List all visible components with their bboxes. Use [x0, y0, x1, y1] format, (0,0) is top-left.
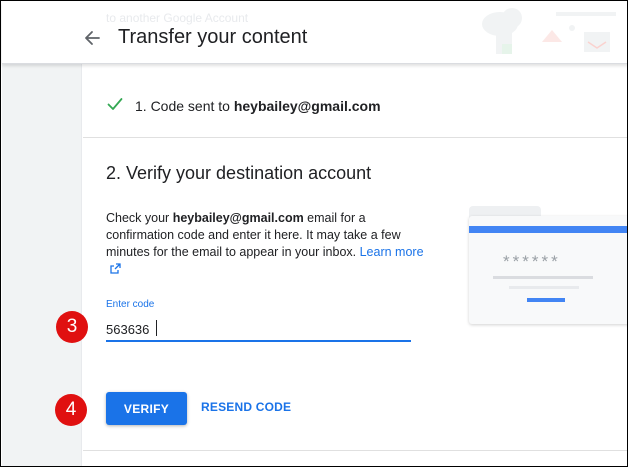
step1-email: heybailey@gmail.com: [233, 98, 381, 114]
step2-title: 2. Verify your destination account: [106, 163, 372, 183]
callout-badge-4: 4: [55, 394, 87, 426]
header-illustration: [482, 8, 616, 54]
masked-code: ******: [503, 252, 561, 271]
top-bar: to another Google Account Transfer your …: [2, 2, 627, 64]
code-input[interactable]: [106, 316, 411, 342]
verify-button[interactable]: VERIFY: [106, 392, 187, 425]
verification-instructions: Check your heybailey@gmail.com email for…: [106, 210, 426, 278]
back-button[interactable]: [78, 24, 106, 52]
desc-email: heybailey@gmail.com: [172, 211, 304, 225]
resend-code-button[interactable]: RESEND CODE: [201, 400, 291, 414]
illustration-card: ******: [469, 216, 627, 324]
step1-prefix: 1. Code sent to: [135, 98, 234, 114]
desc-prefix: Check your: [106, 211, 173, 225]
app-window: to another Google Account Transfer your …: [0, 0, 628, 467]
step1-row: 1. Code sent to heybailey@gmail.com: [83, 64, 627, 138]
illustration-line: [509, 286, 579, 289]
illustration-line: [493, 276, 593, 279]
code-illustration: ******: [469, 206, 627, 324]
step1-text: 1. Code sent to heybailey@gmail.com: [135, 98, 381, 114]
checkmark-icon: [107, 98, 123, 110]
illustration-header-bar: [469, 226, 627, 233]
arrow-back-icon: [85, 31, 100, 45]
code-field-label: Enter code: [106, 299, 155, 310]
divider: [83, 450, 627, 451]
faded-header-text: to another Google Account: [106, 11, 249, 25]
page-title: Transfer your content: [118, 26, 308, 48]
illustration-button: [527, 298, 565, 302]
text-cursor: [156, 320, 157, 336]
learn-more-label: Learn more: [359, 245, 424, 259]
open-in-new-icon: [110, 263, 121, 274]
callout-badge-3: 3: [56, 311, 88, 343]
